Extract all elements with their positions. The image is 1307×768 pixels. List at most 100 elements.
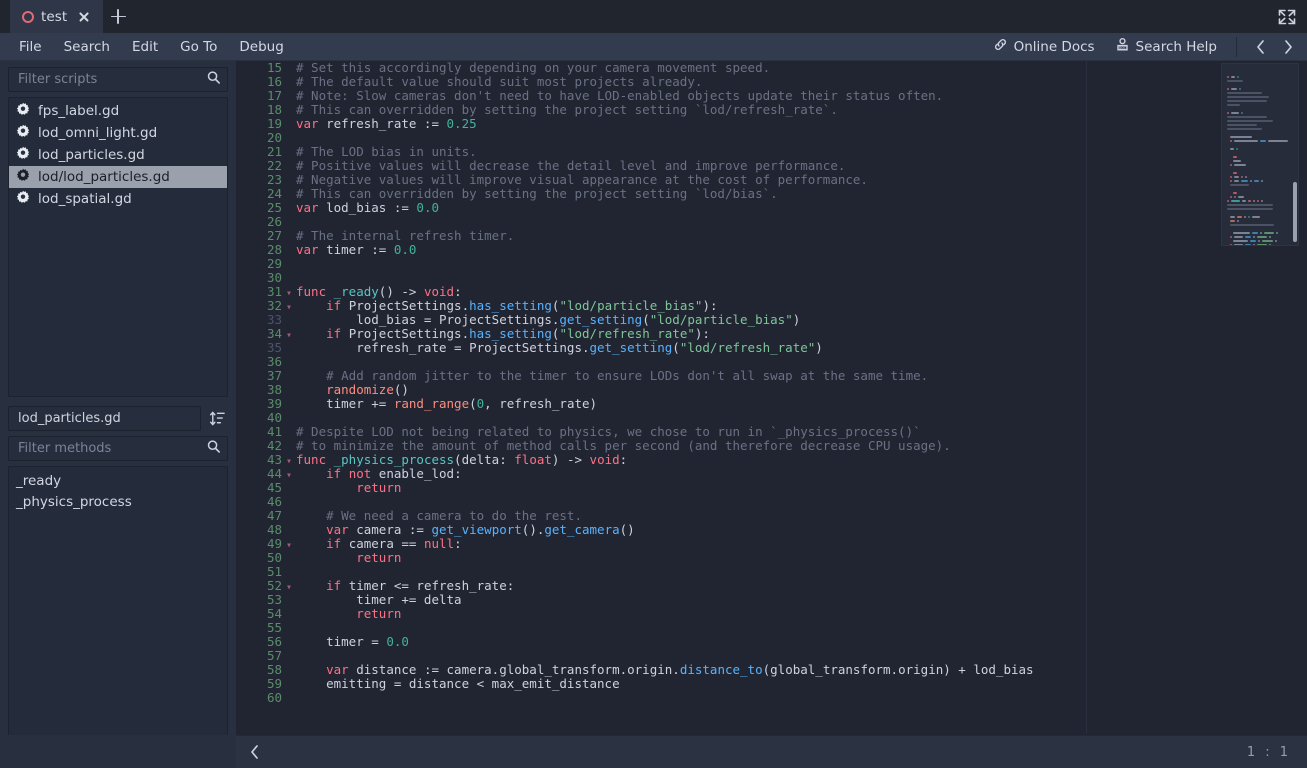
line-number: 25 (266, 200, 282, 215)
current-script-input[interactable] (18, 411, 194, 426)
history-next-button[interactable] (1275, 35, 1301, 59)
script-list-item[interactable]: lod_particles.gd (9, 144, 227, 166)
minimap-line (1225, 140, 1295, 143)
filter-scripts-input[interactable] (18, 72, 206, 87)
cursor-position: 1 : 1 (1246, 744, 1291, 760)
menu-file[interactable]: File (8, 36, 53, 58)
minimap-token (1233, 232, 1251, 234)
minimap-line (1225, 188, 1295, 191)
minimap-token (1233, 240, 1249, 242)
minimap-token (1230, 244, 1233, 245)
method-list[interactable]: _ready _physics_process (8, 466, 228, 762)
code-line: 31 ▾ func _ready() -> void: (236, 284, 1307, 300)
minimap-token (1256, 200, 1259, 202)
minimap-token (1238, 196, 1245, 198)
line-number: 44 (266, 466, 282, 481)
minimap-line (1225, 172, 1295, 175)
filter-scripts-field[interactable] (8, 67, 228, 92)
minimap-token (1231, 88, 1238, 90)
current-script-field[interactable] (8, 406, 201, 431)
minimap-token (1262, 240, 1273, 242)
menu-debug[interactable]: Debug (228, 36, 294, 58)
minimap-token (1252, 232, 1259, 234)
fullscreen-icon[interactable] (1277, 8, 1297, 26)
script-list[interactable]: fps_label.gd lod_omni_light.gd lod_particl… (8, 97, 228, 397)
history-previous-button[interactable] (1247, 35, 1273, 59)
script-list-item[interactable]: lod_omni_light.gd (9, 122, 227, 144)
line-number: 58 (266, 662, 282, 677)
code-minimap[interactable] (1221, 63, 1299, 246)
minimap-token (1233, 160, 1242, 162)
script-list-item[interactable]: fps_label.gd (9, 100, 227, 122)
minimap-token (1244, 216, 1247, 218)
filter-methods-field[interactable] (8, 436, 228, 461)
minimap-token (1230, 176, 1233, 178)
menu-edit[interactable]: Edit (121, 36, 169, 58)
line-number: 60 (266, 690, 282, 705)
godot-script-editor-window: test File Search Edit Go To Debug Online… (0, 0, 1307, 768)
sort-icon[interactable] (206, 408, 228, 430)
script-list-item[interactable]: lod/lod_particles.gd (9, 166, 227, 188)
line-number: 37 (266, 368, 282, 383)
code-editor[interactable]: 15 # Set this accordingly depending on yo… (236, 61, 1307, 768)
line-number: 31 (266, 284, 282, 299)
line-number: 30 (266, 270, 282, 285)
line-number: 28 (266, 242, 282, 257)
minimap-token (1227, 104, 1241, 106)
back-button[interactable] (240, 744, 268, 760)
minimap-token (1253, 236, 1256, 238)
minimap-line (1225, 132, 1295, 135)
line-number: 24 (266, 186, 282, 201)
unsaved-indicator-icon (22, 10, 34, 23)
line-number: 33 (266, 312, 282, 327)
gear-icon (16, 146, 30, 164)
editor-tab-test[interactable]: test (10, 0, 104, 33)
minimap-token (1231, 200, 1240, 202)
code-line: 60 (236, 691, 1307, 705)
code-line: 28 var timer := 0.0 (236, 243, 1307, 257)
close-icon[interactable] (77, 10, 91, 24)
minimap-token (1237, 220, 1240, 222)
minimap-token (1249, 180, 1252, 182)
search-help-button[interactable]: DOC Search Help (1106, 34, 1226, 59)
minimap-token (1230, 220, 1236, 222)
online-docs-button[interactable]: Online Docs (984, 34, 1104, 59)
minimap-token (1261, 180, 1264, 182)
line-number: 23 (266, 172, 282, 187)
search-icon (206, 70, 221, 89)
minimap-line (1225, 100, 1295, 103)
line-number: 45 (266, 480, 282, 495)
menu-go-to[interactable]: Go To (169, 36, 228, 58)
code-line: 26 (236, 215, 1307, 229)
minimap-token (1267, 140, 1288, 142)
minimap-token (1236, 216, 1243, 218)
line-number: 17 (266, 88, 282, 103)
code-line: 15 # Set this accordingly depending on yo… (236, 61, 1307, 75)
script-list-item-label: fps_label.gd (38, 103, 120, 119)
minimap-token (1250, 240, 1257, 242)
gear-icon (16, 124, 30, 142)
menu-search[interactable]: Search (53, 36, 121, 58)
code-text[interactable]: 15 # Set this accordingly depending on yo… (236, 61, 1307, 705)
minimap-viewport-handle[interactable] (1293, 182, 1297, 242)
minimap-token (1227, 92, 1263, 94)
minimap-token (1245, 176, 1248, 178)
method-list-item[interactable]: _physics_process (9, 491, 227, 512)
method-list-item[interactable]: _ready (9, 470, 227, 491)
line-number: 32 (266, 298, 282, 313)
script-list-item-label: lod_omni_light.gd (38, 125, 158, 141)
search-help-label: Search Help (1135, 38, 1217, 55)
code-area[interactable]: 15 # Set this accordingly depending on yo… (236, 61, 1307, 733)
line-number: 54 (266, 606, 282, 621)
minimap-token (1227, 200, 1230, 202)
minimap-token (1230, 164, 1233, 166)
minimap-token (1230, 180, 1233, 182)
minimap-token (1260, 232, 1263, 234)
filter-methods-input[interactable] (18, 441, 206, 456)
minimap-line (1225, 220, 1295, 223)
new-tab-button[interactable] (103, 0, 133, 33)
minimap-token (1264, 232, 1275, 234)
script-list-item[interactable]: lod_spatial.gd (9, 188, 227, 210)
minimap-token (1274, 240, 1277, 242)
code-line: 38 randomize() (236, 383, 1307, 397)
